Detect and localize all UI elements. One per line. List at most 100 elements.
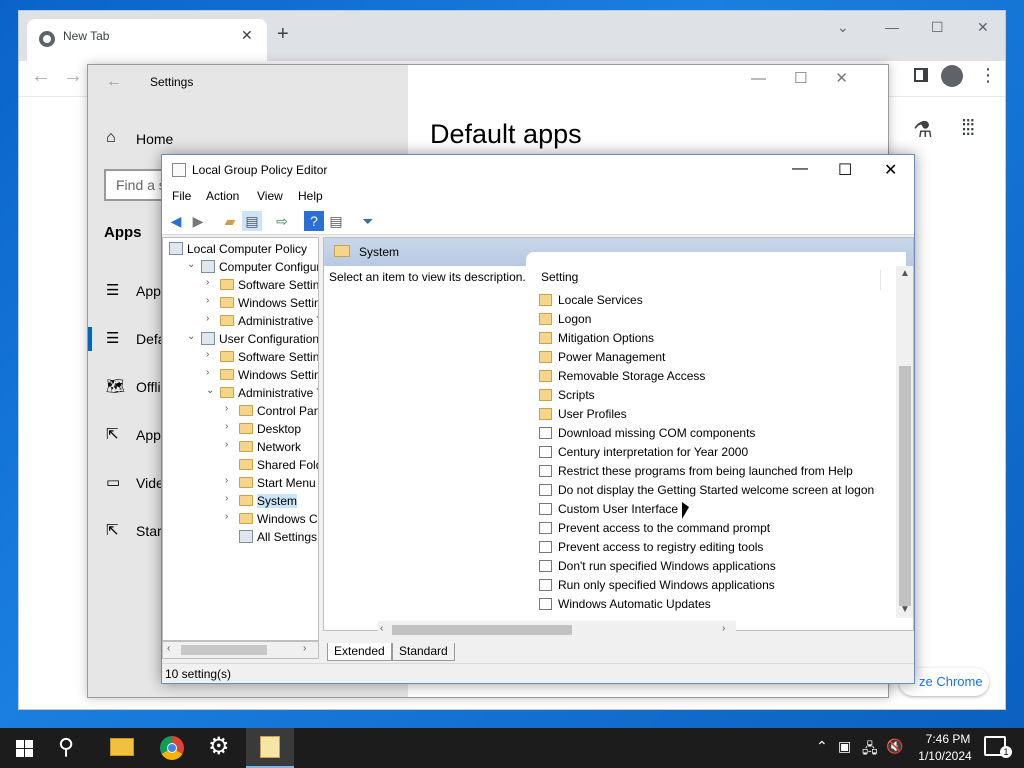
- clock-date[interactable]: 1/10/2024: [912, 749, 978, 763]
- search-icon[interactable]: ⚲: [58, 734, 74, 760]
- settings-window-controls[interactable]: —☐✕: [751, 69, 876, 87]
- tree-item[interactable]: Shared Folder: [163, 456, 318, 474]
- policy-setting-row[interactable]: Prevent access to registry editing tools: [539, 538, 884, 557]
- sidebar-item-apps-for-websites[interactable]: App: [136, 427, 161, 443]
- gpe-close-button[interactable]: ✕: [884, 160, 897, 180]
- side-panel-icon[interactable]: [914, 68, 928, 82]
- gpe-maximize-button[interactable]: ☐: [838, 160, 852, 180]
- policy-setting-row[interactable]: Run only specified Windows applications: [539, 576, 884, 595]
- tree-item[interactable]: ⌄ Administrative Te: [163, 384, 318, 402]
- setting-column-header[interactable]: Setting: [541, 270, 881, 290]
- list-horizontal-scrollbar[interactable]: ‹ ›: [378, 621, 736, 639]
- expand-chevron-icon[interactable]: ›: [206, 367, 209, 378]
- list-vertical-scrollbar[interactable]: ▲ ▼: [896, 266, 913, 618]
- tree-scroll-thumb[interactable]: [181, 645, 267, 655]
- filter-icon[interactable]: ⏷: [358, 211, 378, 231]
- menu-file[interactable]: File: [172, 189, 191, 203]
- expand-chevron-icon[interactable]: ›: [225, 511, 228, 522]
- export-list-icon[interactable]: ⇨: [272, 211, 292, 231]
- setting-folder-row[interactable]: User Profiles: [539, 405, 884, 424]
- up-folder-icon[interactable]: ▰: [220, 211, 240, 231]
- collapse-chevron-icon[interactable]: ⌄: [187, 331, 195, 342]
- tree-item[interactable]: › Control Panel: [163, 402, 318, 420]
- expand-chevron-icon[interactable]: ›: [225, 493, 228, 504]
- tree-item[interactable]: › Administrative Te: [163, 312, 318, 330]
- tree-item[interactable]: › Software Settings: [163, 348, 318, 366]
- sidebar-item-video-playback[interactable]: Vide: [136, 475, 164, 491]
- policy-setting-row[interactable]: Century interpretation for Year 2000: [539, 443, 884, 462]
- properties-icon[interactable]: ▤: [326, 211, 346, 231]
- start-button[interactable]: [0, 728, 48, 768]
- forward-arrow-icon[interactable]: ▶: [188, 211, 208, 231]
- menu-action[interactable]: Action: [206, 189, 239, 203]
- collapse-chevron-icon[interactable]: ⌄: [206, 385, 214, 396]
- notification-center-icon[interactable]: 1: [984, 736, 1012, 758]
- tree-item[interactable]: › Network: [163, 438, 318, 456]
- tree-item[interactable]: › Windows Setting: [163, 366, 318, 384]
- setting-folder-row[interactable]: Removable Storage Access: [539, 367, 884, 386]
- clock-time[interactable]: 7:46 PM: [918, 732, 978, 746]
- vertical-scroll-thumb[interactable]: [899, 366, 911, 606]
- tab-standard[interactable]: Standard: [392, 643, 455, 661]
- setting-folder-row[interactable]: Locale Services: [539, 291, 884, 310]
- expand-chevron-icon[interactable]: ›: [225, 403, 228, 414]
- scroll-up-icon[interactable]: ▲: [900, 268, 910, 279]
- chrome-maximize-button[interactable]: ☐: [931, 19, 944, 36]
- tree-horizontal-scrollbar[interactable]: ‹ ›: [162, 641, 319, 659]
- chrome-tab-close-icon[interactable]: ✕: [241, 27, 253, 44]
- tab-extended[interactable]: Extended: [327, 643, 392, 661]
- back-arrow-icon[interactable]: ◀: [166, 211, 186, 231]
- tree-item[interactable]: ⌄ Computer Configura: [163, 258, 318, 276]
- settings-back-icon[interactable]: ←: [106, 73, 122, 91]
- sidebar-item-offline-maps[interactable]: Offli: [136, 379, 161, 395]
- menu-help[interactable]: Help: [298, 189, 323, 203]
- setting-folder-row[interactable]: Power Management: [539, 348, 884, 367]
- expand-chevron-icon[interactable]: ›: [225, 475, 228, 486]
- policy-setting-row[interactable]: Custom User Interface: [539, 500, 884, 519]
- chrome-minimize-button[interactable]: —: [885, 19, 899, 35]
- expand-chevron-icon[interactable]: ›: [206, 277, 209, 288]
- help-icon[interactable]: ?: [304, 211, 324, 231]
- expand-chevron-icon[interactable]: ›: [225, 439, 228, 450]
- collapse-chevron-icon[interactable]: ⌄: [187, 259, 195, 270]
- expand-chevron-icon[interactable]: ›: [206, 295, 209, 306]
- chrome-menu-icon[interactable]: ⋮: [979, 65, 997, 86]
- gpe-minimize-button[interactable]: —: [792, 160, 808, 178]
- tree-item[interactable]: All Settings: [163, 528, 318, 546]
- menu-view[interactable]: View: [257, 189, 283, 203]
- scroll-right-icon[interactable]: ›: [722, 623, 725, 634]
- horizontal-scroll-thumb[interactable]: [392, 625, 572, 635]
- expand-chevron-icon[interactable]: ›: [225, 421, 228, 432]
- tree-item[interactable]: Local Computer Policy: [163, 240, 318, 258]
- setting-folder-row[interactable]: Mitigation Options: [539, 329, 884, 348]
- settings-home-link[interactable]: Home: [136, 131, 173, 147]
- profile-avatar[interactable]: [941, 65, 963, 87]
- chrome-tab-search-icon[interactable]: ⌄: [837, 19, 849, 36]
- chrome-back-icon[interactable]: ←: [31, 65, 51, 88]
- policy-setting-row[interactable]: Don't run specified Windows applications: [539, 557, 884, 576]
- tree-scroll-right-icon[interactable]: ›: [303, 643, 306, 654]
- tree-scroll-left-icon[interactable]: ‹: [167, 643, 170, 654]
- setting-folder-row[interactable]: Logon: [539, 310, 884, 329]
- show-hide-tree-icon[interactable]: ▤: [242, 211, 262, 231]
- policy-setting-row[interactable]: Download missing COM components: [539, 424, 884, 443]
- chrome-tab[interactable]: New Tab ✕: [27, 19, 267, 61]
- tree-item[interactable]: ⌄ User Configuration: [163, 330, 318, 348]
- tree-item[interactable]: › Desktop: [163, 420, 318, 438]
- expand-chevron-icon[interactable]: ›: [206, 313, 209, 324]
- tree-item[interactable]: › Windows Setting: [163, 294, 318, 312]
- policy-setting-row[interactable]: Restrict these programs from being launc…: [539, 462, 884, 481]
- tree-item[interactable]: › Windows Cor: [163, 510, 318, 528]
- policy-setting-row[interactable]: Windows Automatic Updates: [539, 595, 884, 614]
- google-apps-icon[interactable]: ⁞⁞⁞: [961, 115, 975, 141]
- tree-item[interactable]: › System: [163, 492, 318, 510]
- tree-item[interactable]: › Software Settings: [163, 276, 318, 294]
- volume-muted-icon[interactable]: 🔇: [886, 738, 903, 755]
- chrome-close-button[interactable]: ✕: [977, 19, 989, 36]
- chrome-forward-icon[interactable]: →: [63, 65, 83, 88]
- scroll-down-icon[interactable]: ▼: [900, 604, 910, 615]
- labs-flask-icon[interactable]: ⚗: [913, 117, 933, 143]
- file-explorer-icon[interactable]: [110, 738, 134, 756]
- tree-item[interactable]: › Start Menu ar: [163, 474, 318, 492]
- policy-setting-row[interactable]: Do not display the Getting Started welco…: [539, 481, 884, 500]
